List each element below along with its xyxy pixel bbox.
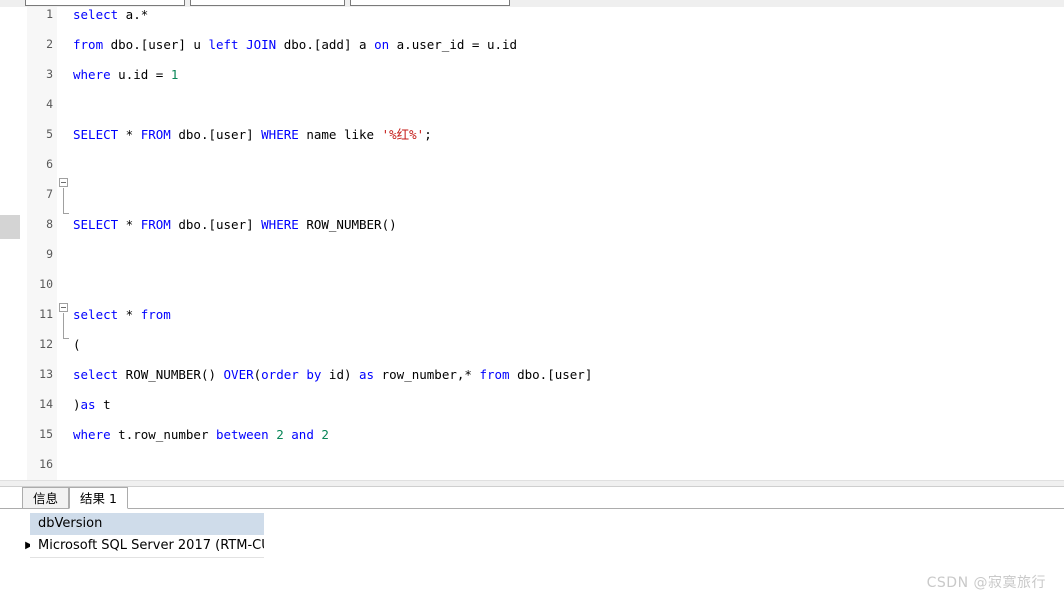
- grid-cell-dbversion[interactable]: Microsoft SQL Server 2017 (RTM-CU3: [30, 535, 264, 557]
- results-grid[interactable]: dbVersion ▶ Microsoft SQL Server 2017 (R…: [20, 513, 1064, 558]
- code-line-text[interactable]: SELECT * FROM dbo.[user] WHERE ROW_NUMBE…: [73, 217, 397, 232]
- code-line[interactable]: 3 where u.id = 1: [0, 67, 1064, 82]
- watermark-label: CSDN @寂寞旅行: [926, 575, 1046, 591]
- code-content[interactable]: 1 select a.* 2 from dbo.[user] u left JOIN …: [0, 7, 1064, 592]
- grid-column-header-dbversion[interactable]: dbVersion: [30, 513, 264, 535]
- code-line[interactable]: 5 SELECT * FROM dbo.[user] WHERE name lik…: [0, 127, 1064, 142]
- sql-editor-window: 1 select a.* 2 from dbo.[user] u left JOIN …: [0, 0, 1064, 601]
- line-number: 9: [46, 247, 53, 261]
- code-line[interactable]: 2 from dbo.[user] u left JOIN dbo.[add] a…: [0, 37, 1064, 52]
- code-line-text[interactable]: where t.row_number between 2 and 2: [73, 427, 329, 442]
- results-pane: 信息 结果 1 dbVersion ▶ Microsoft SQL Server …: [0, 487, 1064, 601]
- code-editor[interactable]: 1 select a.* 2 from dbo.[user] u left JOIN …: [0, 7, 1064, 592]
- code-line[interactable]: 16: [0, 457, 1064, 472]
- line-number: 5: [46, 127, 53, 141]
- results-tab-0[interactable]: 信息: [22, 487, 70, 509]
- line-number: 2: [46, 37, 53, 51]
- line-number: 11: [39, 307, 53, 321]
- line-number: 16: [39, 457, 53, 471]
- line-number: 10: [39, 277, 53, 291]
- results-tabstrip: 信息 结果 1: [0, 487, 1064, 509]
- line-number: 4: [46, 97, 53, 111]
- line-number: 3: [46, 67, 53, 81]
- line-number: 12: [39, 337, 53, 351]
- line-number: 7: [46, 187, 53, 201]
- code-line[interactable]: 1 select a.*: [0, 7, 1064, 22]
- code-line[interactable]: 12 (: [0, 337, 1064, 352]
- code-line-text[interactable]: (: [73, 337, 81, 352]
- grid-header-row: dbVersion: [20, 513, 1064, 535]
- code-line[interactable]: 15 where t.row_number between 2 and 2: [0, 427, 1064, 442]
- line-number: 6: [46, 157, 53, 171]
- code-line[interactable]: 4: [0, 97, 1064, 112]
- line-number: 13: [39, 367, 53, 381]
- code-line-text[interactable]: where u.id = 1: [73, 67, 178, 82]
- code-line[interactable]: 8 SELECT * FROM dbo.[user] WHERE ROW_NUMB…: [0, 217, 1064, 232]
- line-number: 8: [46, 217, 53, 231]
- code-line[interactable]: 6: [0, 157, 1064, 172]
- table-row[interactable]: ▶ Microsoft SQL Server 2017 (RTM-CU3: [20, 535, 1064, 557]
- grid-row-divider: [30, 557, 264, 558]
- code-line-text[interactable]: select a.*: [73, 7, 148, 22]
- toolbar-combo-database[interactable]: [25, 0, 185, 6]
- code-line[interactable]: 9: [0, 247, 1064, 262]
- code-line[interactable]: 14 )as t: [0, 397, 1064, 412]
- code-line[interactable]: 11 select * from: [0, 307, 1064, 322]
- results-tab-1[interactable]: 结果 1: [69, 487, 128, 509]
- code-line-text[interactable]: from dbo.[user] u left JOIN dbo.[add] a …: [73, 37, 517, 52]
- code-line-text[interactable]: select * from: [73, 307, 171, 322]
- code-line-text[interactable]: select ROW_NUMBER() OVER(order by id) as…: [73, 367, 592, 382]
- code-line[interactable]: 10: [0, 277, 1064, 292]
- line-number: 15: [39, 427, 53, 441]
- code-line-text[interactable]: )as t: [73, 397, 111, 412]
- code-line[interactable]: 13 select ROW_NUMBER() OVER(order by id) …: [0, 367, 1064, 382]
- code-line-text[interactable]: SELECT * FROM dbo.[user] WHERE name like…: [73, 127, 432, 142]
- line-number: 1: [46, 7, 53, 21]
- toolbar-combo-connection[interactable]: [190, 0, 345, 6]
- pane-splitter[interactable]: [0, 480, 1064, 487]
- code-line[interactable]: 7: [0, 187, 1064, 202]
- toolbar-combo-schema[interactable]: [350, 0, 510, 6]
- line-number: 14: [39, 397, 53, 411]
